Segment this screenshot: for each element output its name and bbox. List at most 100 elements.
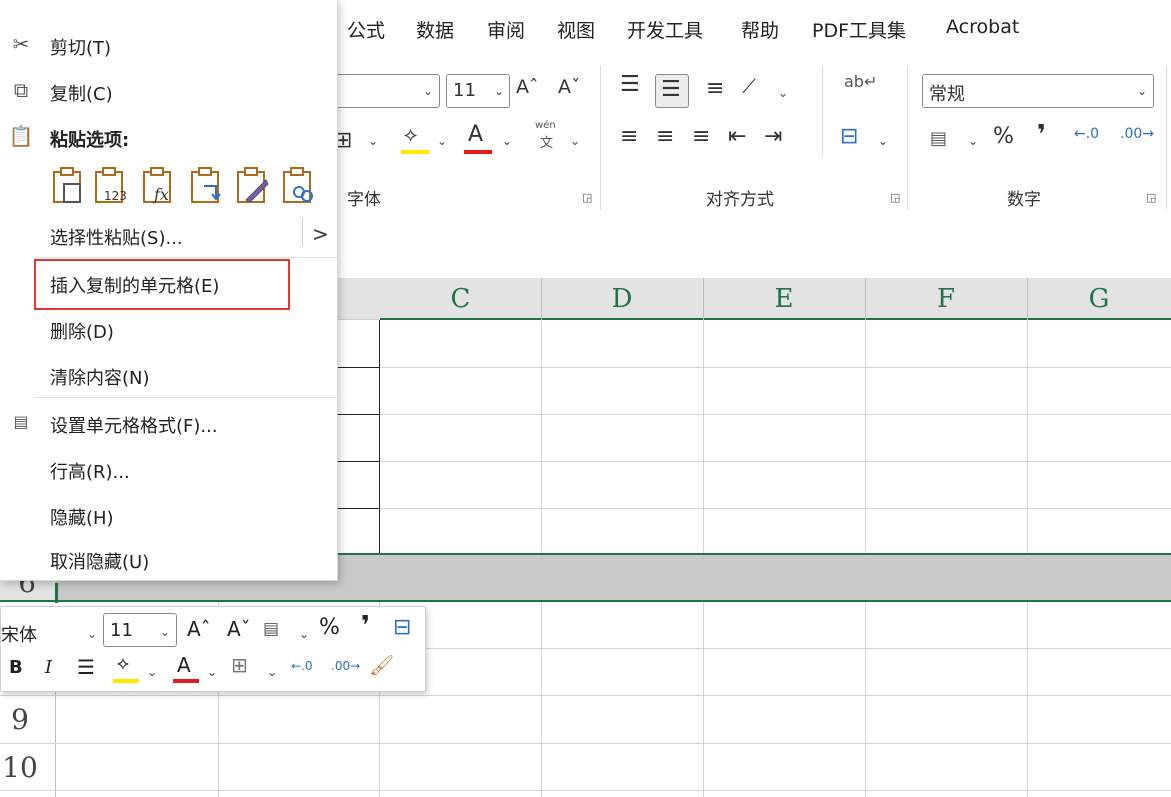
tab-pdf-tools[interactable]: PDF工具集 (812, 16, 906, 43)
mini-borders-icon[interactable]: ⊞ (231, 653, 248, 677)
mini-font-color-icon[interactable]: A (177, 653, 191, 677)
decrease-indent-icon[interactable]: ⇤ (728, 124, 746, 149)
chevron-down-icon[interactable]: ⌄ (207, 665, 217, 679)
dialog-launcher-icon[interactable]: ◲ (1146, 191, 1156, 204)
mini-increase-decimal-icon[interactable]: ←.0 (291, 659, 313, 673)
tab-developer[interactable]: 开发工具 (627, 16, 703, 43)
tab-formulas[interactable]: 公式 (347, 16, 385, 43)
mini-italic-button[interactable]: I (45, 657, 52, 678)
paste-formulas-icon[interactable]: fx (140, 166, 176, 206)
tab-data[interactable]: 数据 (416, 16, 454, 43)
grid-line (0, 790, 1171, 791)
grid-line (0, 743, 1171, 744)
row-header-9[interactable]: 9 (0, 703, 40, 736)
mini-font-name[interactable]: 宋体 (1, 621, 37, 647)
column-header-d[interactable]: D (541, 278, 703, 320)
font-size-box[interactable]: 11 ⌄ (446, 74, 510, 108)
wrap-text-icon[interactable]: ab↵ (844, 72, 877, 91)
menu-item-label: 粘贴选项: (50, 130, 130, 151)
fill-color-icon[interactable]: ⟡ (404, 122, 417, 146)
tab-review[interactable]: 审阅 (487, 16, 525, 43)
mini-comma-button[interactable]: ❜ (361, 611, 370, 641)
chevron-down-icon: ⌄ (1136, 84, 1147, 98)
mini-merge-center-icon[interactable]: ⊟ (393, 615, 411, 640)
group-separator (600, 66, 601, 210)
scissors-icon: ✂ (12, 32, 30, 56)
column-header-c[interactable]: C (380, 278, 541, 320)
mini-font-size-box[interactable]: 11 ⌄ (103, 613, 177, 647)
chevron-down-icon[interactable]: ⌄ (87, 627, 97, 641)
align-middle-button[interactable]: ☰ (655, 74, 689, 108)
chevron-down-icon: ⌄ (493, 84, 504, 98)
chevron-down-icon[interactable]: ⌄ (147, 665, 157, 679)
align-middle-icon: ☰ (661, 77, 681, 102)
column-header-f[interactable]: F (865, 278, 1027, 320)
menu-item-delete[interactable]: 删除(D) (0, 310, 338, 350)
comma-style-button[interactable]: ❜ (1037, 120, 1046, 150)
chevron-down-icon[interactable]: ⌄ (968, 134, 978, 148)
mini-bold-button[interactable]: B (9, 657, 23, 678)
tab-help[interactable]: 帮助 (741, 16, 779, 43)
column-header-g[interactable]: G (1027, 278, 1171, 320)
number-format-box[interactable]: 常规 ⌄ (922, 74, 1154, 108)
tab-acrobat[interactable]: Acrobat (946, 16, 1019, 38)
grow-font-button[interactable]: Aˆ (516, 76, 539, 98)
paste-transpose-icon[interactable] (188, 166, 224, 206)
menu-item-clear-contents[interactable]: 清除内容(N) (0, 356, 338, 396)
shrink-font-button[interactable]: Aˇ (558, 76, 581, 98)
mini-toolbar: 宋体 ⌄ 11 ⌄ Aˆ Aˇ ▤ ⌄ % ❜ ⊟ B I ☰ ⟡ ⌄ A ⌄ … (0, 606, 426, 692)
chevron-down-icon[interactable]: ⌄ (299, 627, 309, 641)
mini-shrink-font-button[interactable]: Aˇ (227, 617, 251, 641)
row-header-10[interactable]: 10 (0, 751, 40, 784)
menu-item-unhide[interactable]: 取消隐藏(U) (0, 540, 338, 580)
column-header-e[interactable]: E (703, 278, 865, 320)
increase-indent-icon[interactable]: ⇥ (764, 124, 782, 149)
font-color-icon[interactable]: A (468, 122, 483, 147)
column-header-selection-line (380, 318, 1171, 320)
chevron-down-icon[interactable]: ⌄ (778, 86, 788, 100)
chevron-down-icon[interactable]: ⌄ (368, 134, 378, 148)
chevron-down-icon: ⌄ (159, 625, 170, 639)
chevron-down-icon[interactable]: ⌄ (267, 665, 277, 679)
mini-accounting-icon[interactable]: ▤ (263, 619, 279, 639)
paste-formatting-icon[interactable] (234, 166, 270, 206)
menu-item-paste-special[interactable]: 选择性粘贴(S)... > (0, 216, 338, 256)
dialog-launcher-icon[interactable]: ◲ (582, 191, 592, 204)
menu-item-row-height[interactable]: 行高(R)... (0, 450, 338, 490)
align-center-icon[interactable]: ≡ (656, 124, 674, 149)
decrease-decimal-icon[interactable]: .00→ (1120, 126, 1154, 142)
group-label-font: 字体 (347, 190, 381, 210)
dialog-launcher-icon[interactable]: ◲ (890, 191, 900, 204)
accounting-format-icon[interactable]: ▤ (930, 128, 947, 149)
chevron-down-icon[interactable]: ⌄ (502, 134, 512, 148)
menu-item-label: 选择性粘贴(S)... (50, 228, 183, 249)
menu-item-hide[interactable]: 隐藏(H) (0, 496, 338, 536)
paste-values-icon[interactable]: 123 (92, 166, 128, 206)
increase-decimal-icon[interactable]: ←.0 (1074, 126, 1099, 142)
align-bottom-icon[interactable]: ≡ (706, 76, 724, 101)
mini-grow-font-button[interactable]: Aˆ (187, 617, 211, 641)
menu-item-format-cells[interactable]: ▤ 设置单元格格式(F)... (0, 404, 338, 444)
merge-center-icon[interactable]: ⊟ (840, 124, 858, 149)
paste-link-icon[interactable] (280, 166, 316, 206)
align-right-icon[interactable]: ≡ (692, 124, 710, 149)
chevron-down-icon[interactable]: ⌄ (437, 134, 447, 148)
chevron-down-icon[interactable]: ⌄ (878, 134, 888, 148)
orientation-icon[interactable]: ⟋ (742, 74, 756, 98)
menu-item-cut[interactable]: ✂ 剪切(T) (0, 26, 338, 66)
align-top-icon[interactable]: ☰ (620, 72, 640, 97)
align-left-icon[interactable]: ≡ (620, 124, 638, 149)
mini-fill-color-icon[interactable]: ⟡ (117, 653, 129, 674)
chevron-down-icon[interactable]: ⌄ (570, 134, 580, 148)
percent-button[interactable]: % (993, 124, 1014, 149)
highlight-annotation-box (34, 259, 290, 310)
mini-percent-button[interactable]: % (319, 615, 340, 640)
menu-item-copy[interactable]: ⧉ 复制(C) (0, 72, 338, 112)
paste-icon[interactable] (50, 166, 86, 206)
phonetic-label[interactable]: wén (535, 120, 556, 131)
mini-center-align-icon[interactable]: ☰ (77, 655, 95, 679)
header-divider (1027, 278, 1028, 320)
tab-view[interactable]: 视图 (557, 16, 595, 43)
mini-format-painter-icon[interactable]: 🖌 (369, 653, 394, 677)
mini-decrease-decimal-icon[interactable]: .00→ (331, 659, 360, 673)
